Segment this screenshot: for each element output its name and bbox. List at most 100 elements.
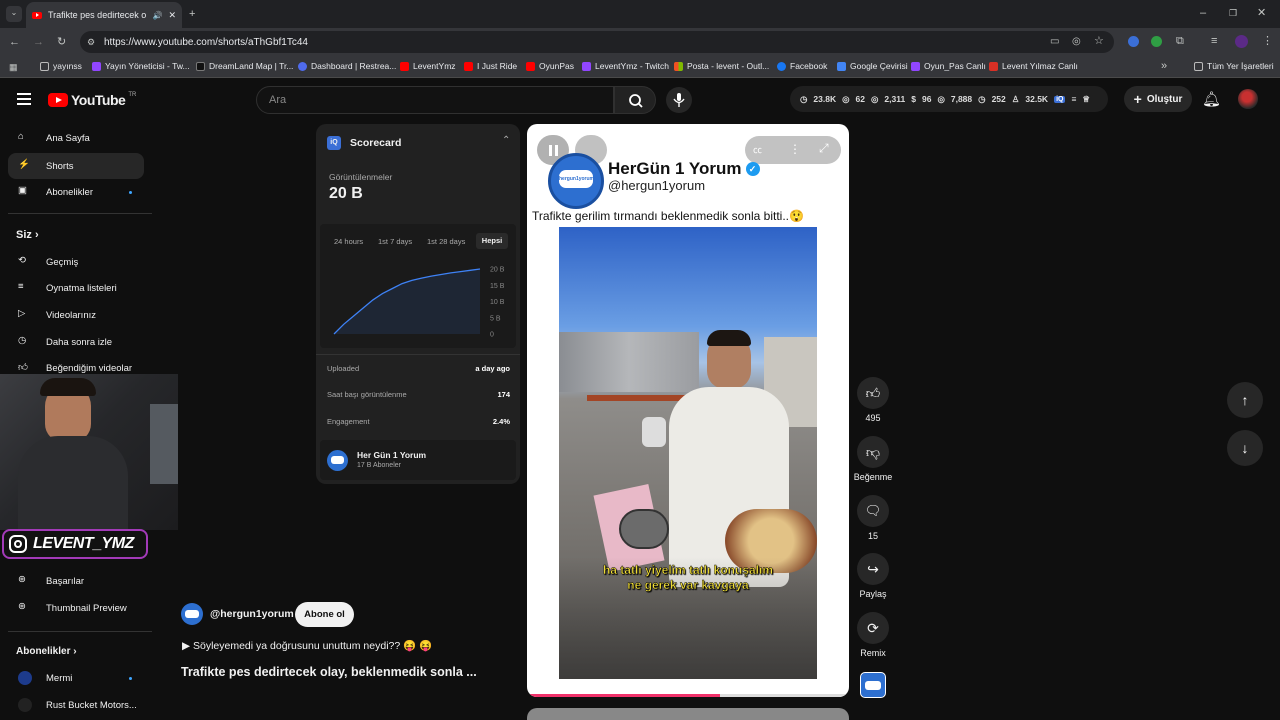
extensions-puzzle-icon[interactable]: ⧉	[1176, 34, 1184, 48]
bookmark[interactable]: LeventYmz	[400, 61, 456, 71]
reload-icon[interactable]: ↻	[57, 35, 66, 49]
eye-off-icon[interactable]: ◎	[1072, 35, 1081, 49]
channel-avatar	[18, 698, 32, 712]
youtube-logo[interactable]: YouTube TR	[48, 92, 136, 108]
remix-button[interactable]: ⟳	[857, 612, 889, 644]
menu-icon[interactable]: ⋮	[1262, 34, 1273, 48]
you-section-header[interactable]: Siz ›	[16, 229, 39, 241]
dislike-button[interactable]: 👎︎	[857, 436, 889, 468]
extension-icon[interactable]	[1128, 36, 1139, 47]
subscribe-button[interactable]: Abone ol	[295, 602, 354, 627]
next-short-preview[interactable]	[527, 708, 849, 720]
all-bookmarks[interactable]: Tüm Yer İşaretleri	[1194, 61, 1274, 71]
playlist-icon[interactable]: ≡	[1211, 34, 1217, 48]
bookmark[interactable]: Dashboard | Restrea...	[298, 61, 396, 71]
fullscreen-icon[interactable]: ⤢	[819, 141, 829, 156]
stat-row-engagement: Engagement 2.4%	[327, 417, 510, 426]
speaker-icon[interactable]: 🔊	[152, 11, 162, 20]
previous-short-button[interactable]: ↑	[1227, 382, 1263, 418]
stat-row-uploaded: Uploaded a day ago	[327, 364, 510, 373]
sidebar-subscription-item[interactable]: Mermi	[8, 665, 144, 691]
bookmark[interactable]: DreamLand Map | Tr...	[196, 61, 293, 71]
browser-tab[interactable]: Trafikte pes dedirtecek olay 🔊 ✕	[26, 2, 182, 28]
share-button[interactable]: ↪	[857, 553, 889, 585]
more-options-icon[interactable]: ⋮	[789, 142, 801, 156]
back-icon[interactable]: ←	[9, 35, 20, 49]
bookmark[interactable]: Google Çevirisi	[837, 61, 908, 71]
captions-icon[interactable]: ㏄	[753, 143, 762, 156]
site-info-icon[interactable]: ⚙	[87, 35, 95, 49]
profile-avatar[interactable]	[1235, 35, 1248, 48]
bookmark[interactable]: LeventYmz - Twitch	[582, 61, 669, 71]
channel-handle[interactable]: @hergun1yorum	[210, 608, 294, 620]
webcam-overlay	[0, 374, 178, 530]
address-bar[interactable]: ⚙ https://www.youtube.com/shorts/aThGbf1…	[80, 31, 1114, 53]
tab-search-icon[interactable]: ⌄	[6, 6, 22, 22]
vidiq-icon[interactable]: iQ	[1054, 95, 1066, 103]
comments-button[interactable]: 🗨︎	[857, 495, 889, 527]
bookmark[interactable]: Levent Yılmaz Canlı	[989, 61, 1078, 71]
bookmark[interactable]: Facebook	[777, 61, 827, 71]
bookmark[interactable]: Posta - levent - Outl...	[674, 61, 769, 71]
home-icon: ⌂	[18, 131, 24, 142]
y-tick-label: 10 B	[490, 299, 505, 306]
video-title[interactable]: Trafikte pes dedirtecek olay, beklenmedi…	[181, 665, 477, 679]
bookmark[interactable]: Oyun_Pas Canlı	[911, 61, 986, 71]
forward-icon[interactable]: →	[33, 35, 44, 49]
sound-channel-thumbnail[interactable]	[860, 672, 886, 698]
search-input[interactable]: Ara	[256, 86, 614, 114]
window-close-icon[interactable]: ✕	[1257, 6, 1266, 20]
collapse-chevron-icon[interactable]: ⌃	[502, 135, 510, 146]
notifications-bell-icon[interactable]: 🔔︎	[1202, 90, 1221, 108]
video-channel-handle: @hergun1yorum	[608, 178, 706, 193]
progress-track[interactable]	[527, 694, 849, 697]
apps-grid-icon[interactable]: ▦	[9, 60, 18, 74]
sidebar-item-playlists[interactable]: ≡ Oynatma listeleri	[8, 275, 144, 301]
list-icon[interactable]: ≡	[1071, 94, 1076, 104]
video-description[interactable]: ▶ Söyleyemedi ya doğrusunu unuttum neydi…	[182, 639, 432, 652]
sidebar-item-shorts[interactable]: ⚡ Shorts	[8, 153, 144, 179]
channel-logo: hergun1yorum	[548, 153, 604, 209]
extension-stats-bar[interactable]: ◷ 23.8K ◎ 62 ◎ 2,311 $96 ◎ 7,888 ◷ 252 ♙ 32.5K…	[790, 86, 1108, 112]
bookmark[interactable]: Yayın Yöneticisi - Tw...	[92, 61, 190, 71]
trophy-icon[interactable]: ♕	[1082, 94, 1090, 105]
sidebar-item-watch-later[interactable]: ◷ Daha sonra izle	[8, 329, 144, 355]
sidebar-item-history[interactable]: ⟲ Geçmiş	[8, 249, 144, 275]
sidebar-item-thumbnail-preview[interactable]: ⊛ Thumbnail Preview	[8, 595, 144, 621]
voice-search-button[interactable]	[666, 87, 692, 113]
bookmark[interactable]: yayınss	[40, 61, 82, 71]
bookmark[interactable]: OyunPas	[526, 61, 574, 71]
bookmark-star-icon[interactable]: ☆	[1094, 34, 1104, 48]
channel-avatar[interactable]	[181, 603, 203, 625]
next-short-button[interactable]: ↓	[1227, 430, 1263, 466]
search-button[interactable]	[614, 86, 656, 114]
new-content-dot	[129, 190, 132, 194]
minimize-icon[interactable]: –	[1200, 6, 1206, 20]
cast-icon[interactable]: ▭	[1050, 35, 1059, 49]
history-icon: ⟲	[18, 255, 26, 266]
tab-close-icon[interactable]: ✕	[168, 10, 176, 21]
subscriptions-section-header[interactable]: Abonelikler ›	[16, 646, 77, 657]
y-tick-label: 0	[490, 332, 494, 339]
create-button[interactable]: + Oluştur	[1124, 86, 1192, 112]
channel-card[interactable]: Her Gün 1 Yorum 17 B Aboneler	[320, 440, 516, 480]
eye-icon: ◎	[871, 93, 879, 104]
sidebar-item-home[interactable]: ⌂ Ana Sayfa	[8, 125, 144, 151]
more-bookmarks-icon[interactable]: »	[1161, 59, 1167, 73]
progress-fill	[527, 694, 721, 697]
video-caption: Trafikte gerilim tırmandı beklenmedik so…	[532, 209, 804, 223]
new-tab-icon[interactable]: +	[189, 7, 195, 21]
extension-icon[interactable]	[1151, 36, 1162, 47]
your-videos-icon: ▷	[18, 308, 26, 319]
eye-icon: ◎	[842, 93, 850, 104]
sidebar-item-achievements[interactable]: ⊛ Başarılar	[8, 568, 144, 594]
hamburger-menu-icon[interactable]	[17, 93, 31, 105]
sidebar-item-your-videos[interactable]: ▷ Videolarınız	[8, 302, 144, 328]
shorts-video-player[interactable]: hergun1yorum ㏄ ⋮ ⤢ HerGün 1 Yorum ✓ @herg…	[527, 124, 849, 697]
restore-icon[interactable]: ❐	[1229, 6, 1237, 20]
like-button[interactable]: 👍︎	[857, 377, 889, 409]
sidebar-item-subscriptions[interactable]: ▣ Abonelikler	[8, 179, 144, 205]
avatar[interactable]	[1238, 89, 1258, 109]
sidebar-subscription-item[interactable]: Rust Bucket Motors...	[8, 692, 144, 718]
bookmark[interactable]: I Just Ride	[464, 61, 517, 71]
